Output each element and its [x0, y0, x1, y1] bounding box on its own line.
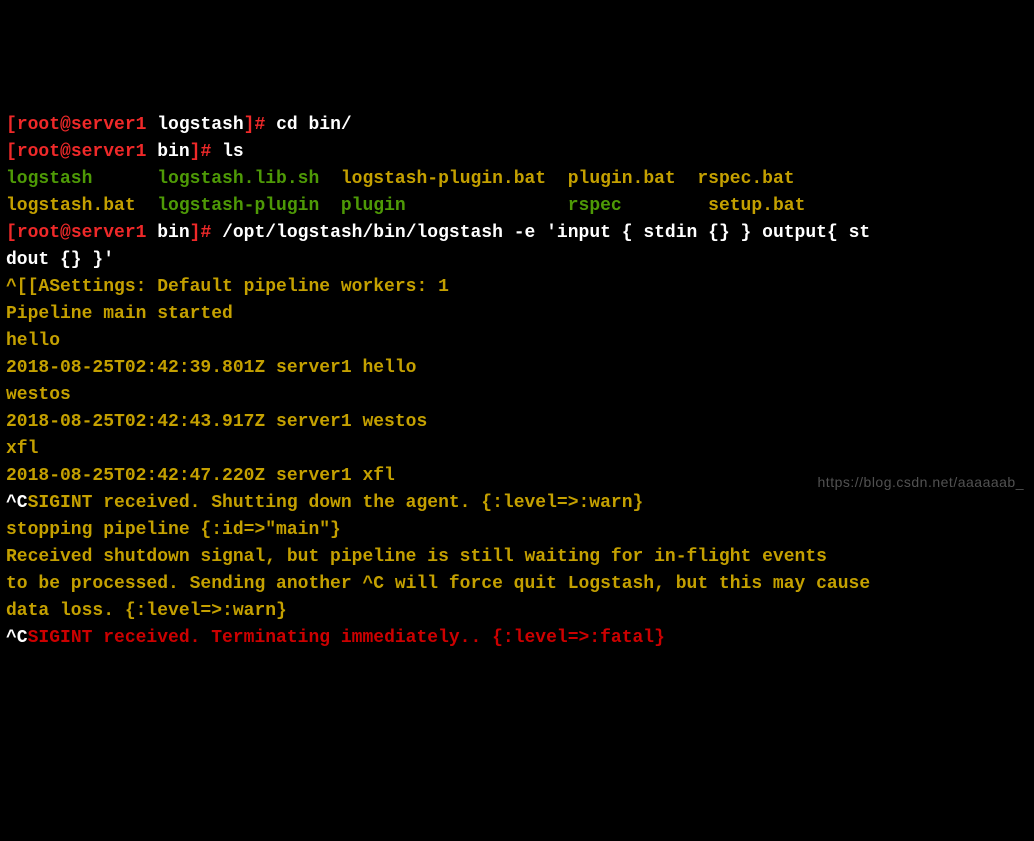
- output-fatal: SIGINT received. Terminating immediately…: [28, 628, 665, 648]
- output-line: 2018-08-25T02:42:47.220Z server1 xfl: [6, 466, 395, 486]
- ls-entry-executable: logstash.lib.sh: [157, 169, 319, 189]
- prompt-userhost: root@server1: [17, 223, 147, 243]
- output-line: 2018-08-25T02:42:43.917Z server1 westos: [6, 412, 427, 432]
- output-line: Received shutdown signal, but pipeline i…: [6, 547, 827, 567]
- prompt-userhost: root@server1: [17, 115, 147, 135]
- command-text[interactable]: cd bin/: [276, 115, 352, 135]
- prompt-sep: [146, 142, 157, 162]
- output-line: westos: [6, 385, 71, 405]
- sigint-marker: ^C: [6, 628, 28, 648]
- command-text[interactable]: /opt/logstash/bin/logstash -e 'input { s…: [222, 223, 870, 243]
- ls-entry-executable: logstash-plugin: [157, 196, 319, 216]
- prompt-dir: bin: [157, 142, 189, 162]
- output-line: SIGINT received. Shutting down the agent…: [28, 493, 644, 513]
- output-line: ^[[ASettings: Default pipeline workers: …: [6, 277, 449, 297]
- prompt-end: ]#: [244, 115, 276, 135]
- prompt-dir: logstash: [157, 115, 243, 135]
- ls-entry-executable: plugin: [341, 196, 406, 216]
- prompt-end: ]#: [190, 142, 222, 162]
- sigint-marker: ^C: [6, 493, 28, 513]
- output-line: hello: [6, 331, 60, 351]
- prompt-sep: [146, 115, 157, 135]
- prompt-dir: bin: [157, 223, 189, 243]
- ls-entry-file: logstash.bat: [6, 196, 136, 216]
- watermark-text: https://blog.csdn.net/aaaaaab_: [818, 472, 1024, 493]
- prompt-bracket: [: [6, 115, 17, 135]
- ls-entry-file: logstash-plugin.bat: [341, 169, 546, 189]
- ls-entry-executable: rspec: [568, 196, 622, 216]
- prompt-bracket: [: [6, 223, 17, 243]
- terminal-output: [root@server1 logstash]# cd bin/ [root@s…: [6, 112, 1028, 652]
- ls-entry-file: setup.bat: [708, 196, 805, 216]
- prompt-end: ]#: [190, 223, 222, 243]
- output-line: stopping pipeline {:id=>"main"}: [6, 520, 341, 540]
- output-line: 2018-08-25T02:42:39.801Z server1 hello: [6, 358, 416, 378]
- prompt-userhost: root@server1: [17, 142, 147, 162]
- output-line: to be processed. Sending another ^C will…: [6, 574, 870, 594]
- prompt-bracket: [: [6, 142, 17, 162]
- ls-entry-executable: logstash: [6, 169, 92, 189]
- output-line: data loss. {:level=>:warn}: [6, 601, 287, 621]
- prompt-sep: [146, 223, 157, 243]
- ls-entry-file: plugin.bat: [568, 169, 676, 189]
- command-text[interactable]: ls: [222, 142, 244, 162]
- output-line: Pipeline main started: [6, 304, 233, 324]
- ls-entry-file: rspec.bat: [697, 169, 794, 189]
- output-line: xfl: [6, 439, 38, 459]
- command-text[interactable]: dout {} }': [6, 250, 114, 270]
